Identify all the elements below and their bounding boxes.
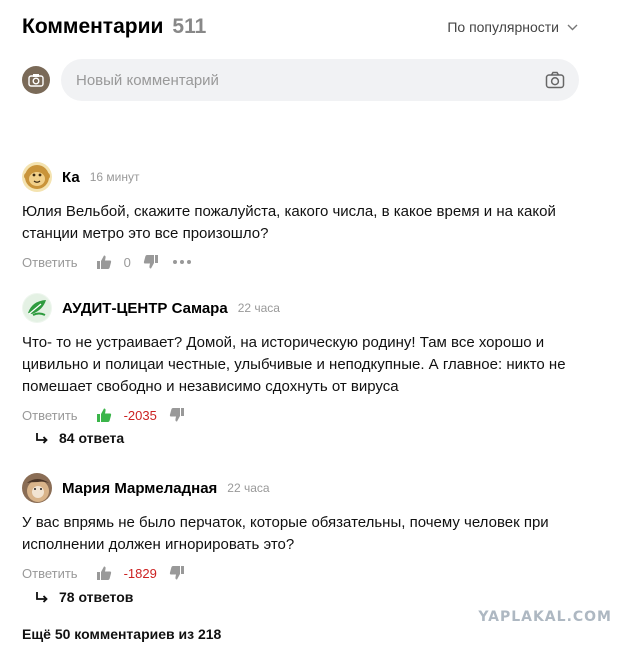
answers-count: 78 ответов — [59, 589, 134, 605]
reply-button[interactable]: Ответить — [22, 408, 78, 423]
comment-text: Юлия Вельбой, скажите пожалуйста, какого… — [22, 203, 556, 242]
like-icon[interactable] — [96, 254, 112, 270]
new-comment-input[interactable]: Новый комментарий — [61, 59, 579, 101]
comment: Мария Мармеладная 22 часа У вас впрямь н… — [22, 473, 582, 584]
comment-author[interactable]: АУДИТ-ЦЕНТР Самара — [62, 300, 228, 317]
show-answers-link[interactable]: 78 ответов — [35, 589, 133, 605]
comments-count: 511 — [172, 15, 207, 38]
dislike-icon[interactable] — [143, 254, 159, 270]
comment-author[interactable]: Ка — [62, 169, 80, 186]
comment-actions: Ответить -2035 — [22, 404, 582, 426]
comment-actions: Ответить -1829 — [22, 562, 582, 584]
sort-dropdown[interactable]: По популярности — [447, 19, 578, 35]
comments-header: Комментарии 511 — [22, 14, 206, 40]
attach-photo-icon[interactable] — [545, 71, 565, 89]
comment-score: -1829 — [123, 565, 157, 581]
sort-label: По популярности — [447, 19, 559, 35]
comment-time: 16 минут — [89, 170, 140, 184]
comment-score: -2035 — [123, 407, 157, 423]
watermark: YAPLAKAL.COM — [478, 609, 612, 625]
camera-icon — [28, 74, 44, 87]
comments-title: Комментарии — [22, 15, 164, 38]
avatar[interactable] — [22, 162, 52, 192]
dislike-icon[interactable] — [169, 407, 185, 423]
like-icon[interactable] — [96, 565, 112, 581]
comment-text: У вас впрямь не было перчаток, которые о… — [22, 514, 549, 553]
comment: Ка 16 минут Юлия Вельбой, скажите пожалу… — [22, 162, 582, 273]
comment-time: 22 часа — [237, 301, 280, 315]
load-more-link[interactable]: Ещё 50 комментариев из 218 — [22, 626, 221, 642]
like-icon-active[interactable] — [96, 407, 112, 423]
answers-count: 84 ответа — [59, 430, 125, 446]
comment-score: 0 — [123, 254, 131, 270]
chevron-down-icon — [567, 24, 578, 30]
reply-arrow-icon — [36, 591, 48, 603]
reply-button[interactable]: Ответить — [22, 255, 78, 270]
comment: АУДИТ-ЦЕНТР Самара 22 часа Что- то не ус… — [22, 293, 582, 426]
comment-author[interactable]: Мария Мармеладная — [62, 480, 217, 497]
more-options-icon[interactable] — [172, 260, 191, 264]
new-comment-placeholder: Новый комментарий — [76, 71, 219, 89]
reply-button[interactable]: Ответить — [22, 566, 78, 581]
comment-text: Что- то не устраивает? Домой, на историч… — [22, 334, 566, 395]
avatar[interactable] — [22, 473, 52, 503]
dislike-icon[interactable] — [169, 565, 185, 581]
user-avatar-camera[interactable] — [22, 66, 50, 94]
avatar[interactable] — [22, 293, 52, 323]
comment-time: 22 часа — [227, 481, 270, 495]
reply-arrow-icon — [36, 432, 48, 444]
comment-actions: Ответить 0 — [22, 251, 582, 273]
show-answers-link[interactable]: 84 ответа — [35, 430, 124, 446]
